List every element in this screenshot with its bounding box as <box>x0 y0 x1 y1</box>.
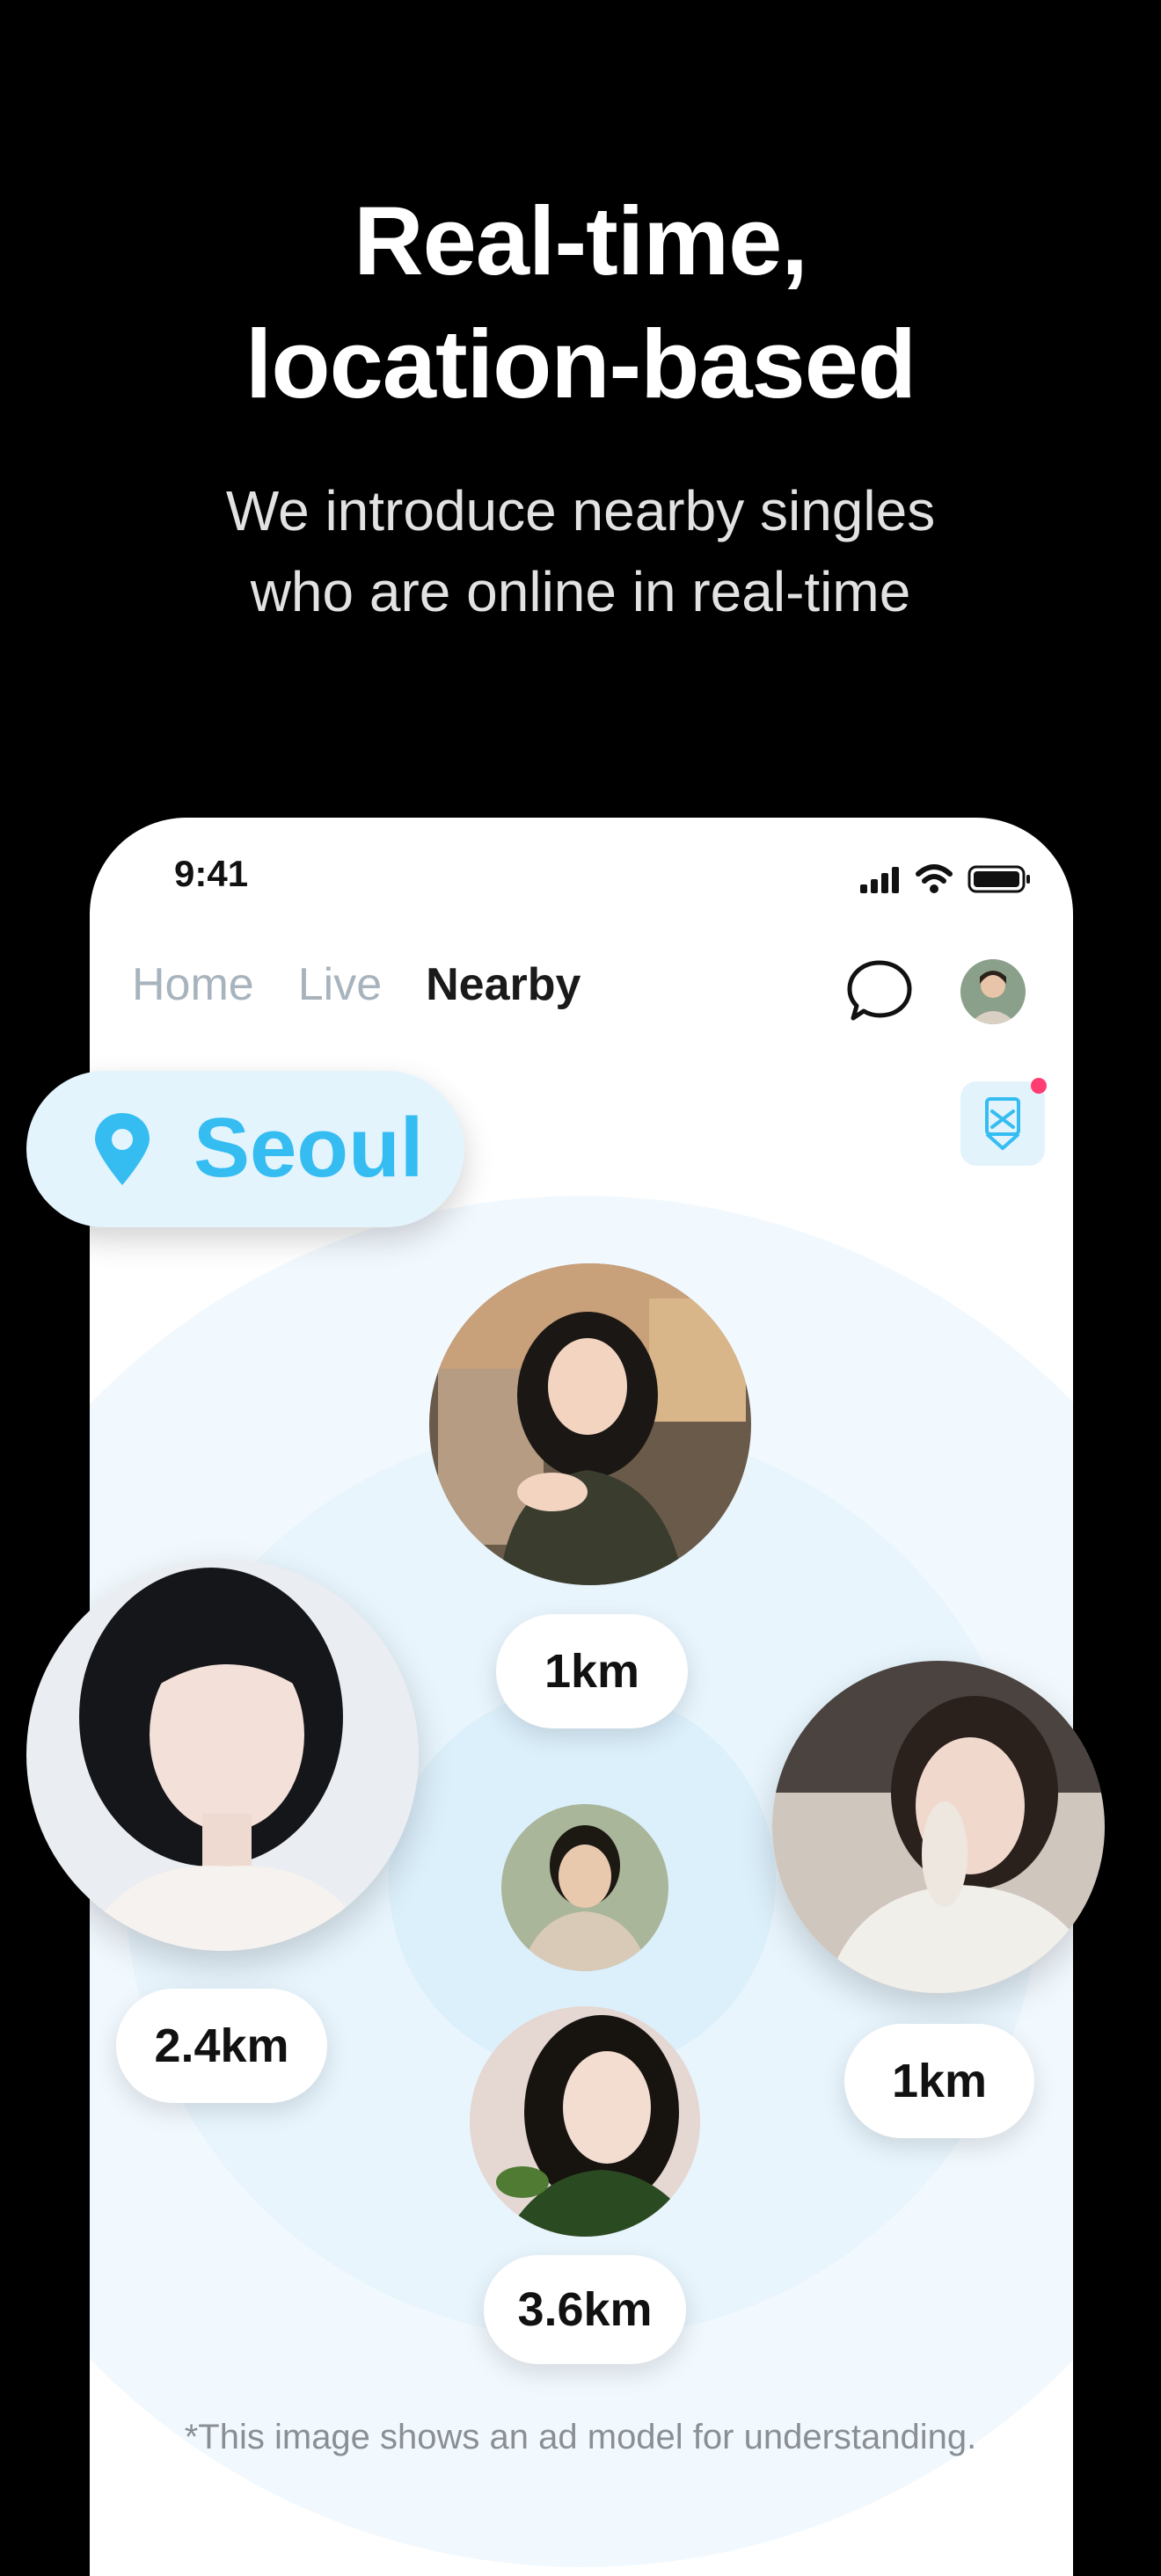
distance-label-bottom: 3.6km <box>484 2255 686 2364</box>
profile-photo-center[interactable] <box>501 1804 668 1971</box>
subheadline-line-1: We introduce nearby singles <box>225 479 936 542</box>
profile-photo-top[interactable] <box>429 1263 751 1585</box>
tab-home[interactable]: Home <box>132 958 254 1011</box>
profile-avatar[interactable] <box>960 959 1026 1024</box>
battery-icon <box>968 865 1030 893</box>
nav-tabs: Home Live Nearby <box>132 958 580 1011</box>
distance-label-right: 1km <box>844 2024 1034 2138</box>
location-name: Seoul <box>194 1101 424 1195</box>
subheadline: We introduce nearby singles who are onli… <box>0 470 1161 632</box>
wifi-icon <box>916 864 953 893</box>
ad-model-disclaimer: *This image shows an ad model for unders… <box>184 2418 977 2456</box>
subheadline-line-2: who are online in real-time <box>250 560 911 623</box>
profile-photo-bottom[interactable] <box>470 2006 700 2237</box>
chat-icon[interactable] <box>844 957 915 1027</box>
headline: Real-time, location-based <box>0 180 1161 426</box>
distance-label-left: 2.4km <box>116 1989 327 2103</box>
headline-line-1: Real-time, <box>354 187 808 295</box>
tab-live[interactable]: Live <box>298 958 382 1011</box>
status-time: 9:41 <box>174 853 249 894</box>
profile-photo-left[interactable] <box>26 1559 419 1951</box>
signal-icon <box>860 867 899 893</box>
status-icons <box>860 864 1030 893</box>
distance-label-top: 1km <box>496 1614 688 1728</box>
profile-photo-right[interactable] <box>772 1661 1105 1993</box>
location-pill[interactable]: Seoul <box>26 1071 464 1227</box>
notification-dot <box>1031 1078 1047 1094</box>
headline-line-2: location-based <box>245 310 916 418</box>
tab-nearby[interactable]: Nearby <box>426 958 580 1011</box>
gift-button[interactable] <box>960 1081 1045 1166</box>
map-pin-icon <box>95 1113 150 1185</box>
ticket-icon <box>985 1097 1020 1150</box>
